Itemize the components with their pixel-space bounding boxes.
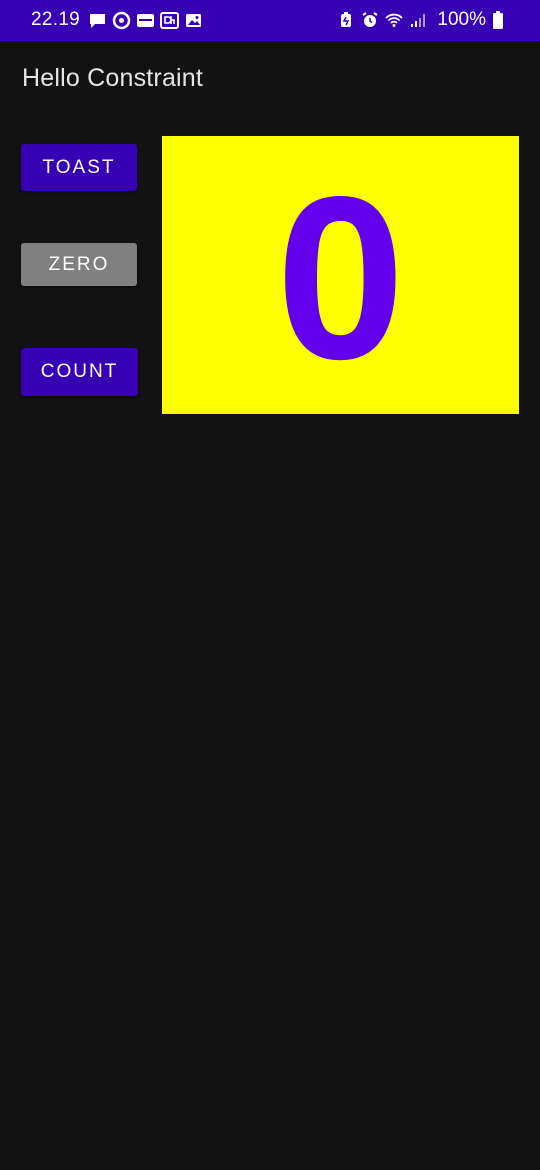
battery-percent: 100%	[437, 9, 486, 30]
app-title: Hello Constraint	[22, 64, 204, 92]
system-status-icons: 100%	[337, 9, 510, 31]
chat-bubble-icon	[88, 11, 107, 30]
status-time: 22.19	[31, 9, 81, 30]
battery-saver-icon	[337, 11, 355, 29]
notification-icons	[88, 11, 203, 30]
app-screen: 22.19 100% Hello Constraint TOAST ZERO C…	[0, 0, 540, 1170]
dh-app-icon	[160, 11, 179, 30]
circle-app-icon	[112, 11, 131, 30]
count-value: 0	[275, 149, 406, 408]
toast-button[interactable]: TOAST	[21, 144, 137, 191]
count-button[interactable]: COUNT	[21, 348, 138, 396]
gallery-icon	[184, 11, 203, 30]
zero-button[interactable]: ZERO	[21, 243, 137, 286]
count-display: 0	[162, 136, 519, 414]
alarm-icon	[361, 11, 379, 29]
signal-icon	[409, 11, 427, 29]
wifi-icon	[385, 11, 404, 29]
battery-icon	[492, 11, 510, 29]
status-bar: 22.19 100%	[0, 0, 540, 41]
app-badge-icon	[136, 11, 155, 30]
